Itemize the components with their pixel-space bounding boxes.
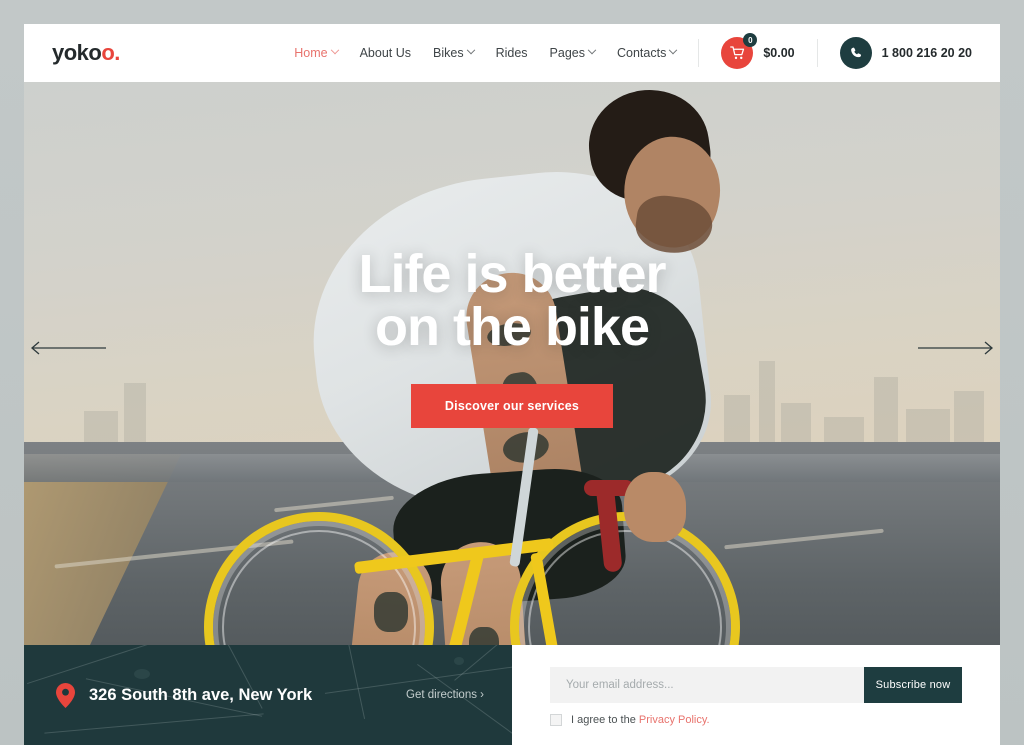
nav-item-bikes[interactable]: Bikes <box>433 45 475 60</box>
privacy-consent-label: I agree to the Privacy Policy. <box>571 714 710 726</box>
nav-label-about-us: About Us <box>359 46 411 60</box>
location-address: 326 South 8th ave, New York <box>89 685 313 704</box>
hero-title-line1: Life is better <box>358 244 666 304</box>
nav-label-rides: Rides <box>495 46 528 60</box>
chevron-down-icon <box>669 45 678 55</box>
privacy-policy-link[interactable]: Privacy Policy. <box>639 714 710 726</box>
logo-accent: o. <box>101 40 120 65</box>
cart-count-badge: 0 <box>743 33 758 47</box>
phone-icon <box>850 47 861 58</box>
chevron-down-icon <box>466 45 475 55</box>
privacy-checkbox[interactable] <box>550 714 562 726</box>
hero-content: Life is better on the bike Discover our … <box>24 82 1000 645</box>
location-panel: 326 South 8th ave, New York Get directio… <box>24 645 512 745</box>
hero-slider: Life is better on the bike Discover our … <box>24 82 1000 645</box>
hero-title: Life is better on the bike <box>358 244 666 357</box>
cart-button[interactable]: 0 <box>721 33 758 69</box>
nav-item-pages[interactable]: Pages <box>549 45 597 60</box>
nav-item-rides[interactable]: Rides <box>496 46 528 60</box>
privacy-consent-row: I agree to the Privacy Policy. <box>550 714 962 726</box>
shopping-cart-icon <box>729 46 744 60</box>
slider-prev-button[interactable] <box>24 341 106 355</box>
agree-prefix-text: I agree to the <box>571 714 639 726</box>
main-navigation: Home About Us Bikes Rides Pages Contacts <box>294 45 678 60</box>
cart-widget: 0 $0.00 <box>721 33 795 69</box>
slider-next-button[interactable] <box>918 341 1000 355</box>
nav-item-about-us[interactable]: About Us <box>360 46 411 60</box>
newsletter-form: Subscribe now <box>550 667 962 703</box>
arrow-left-icon <box>31 341 106 355</box>
logo-text: yoko <box>52 40 102 65</box>
nav-label-bikes: Bikes <box>433 46 464 60</box>
bottom-bar: 326 South 8th ave, New York Get directio… <box>24 645 1000 745</box>
email-input[interactable] <box>550 667 864 703</box>
chevron-down-icon <box>330 45 339 55</box>
hero-title-line2: on the bike <box>374 297 650 357</box>
nav-item-home[interactable]: Home <box>294 45 339 60</box>
map-pin-icon <box>56 682 75 708</box>
cart-total-price: $0.00 <box>763 46 795 60</box>
discover-services-button[interactable]: Discover our services <box>410 384 614 428</box>
header-divider-right <box>816 39 818 67</box>
header-divider-left <box>698 39 700 67</box>
newsletter-panel: Subscribe now I agree to the Privacy Pol… <box>512 645 1000 745</box>
nav-label-contacts: Contacts <box>617 46 667 60</box>
page-root: Life is better on the bike Discover our … <box>0 0 1024 745</box>
site-logo[interactable]: yokoo. <box>52 40 120 66</box>
chevron-down-icon <box>587 45 597 55</box>
phone-number[interactable]: 1 800 216 20 20 <box>882 46 972 60</box>
get-directions-link[interactable]: Get directions › <box>406 689 484 701</box>
arrow-right-icon <box>918 341 993 355</box>
subscribe-button[interactable]: Subscribe now <box>864 667 962 703</box>
site-header: yokoo. Home About Us Bikes Rides Pages C… <box>24 24 1000 82</box>
phone-widget: 1 800 216 20 20 <box>839 37 972 69</box>
nav-label-home: Home <box>294 46 328 60</box>
phone-button[interactable] <box>839 37 872 69</box>
nav-label-pages: Pages <box>549 46 585 60</box>
nav-item-contacts[interactable]: Contacts <box>617 45 678 60</box>
